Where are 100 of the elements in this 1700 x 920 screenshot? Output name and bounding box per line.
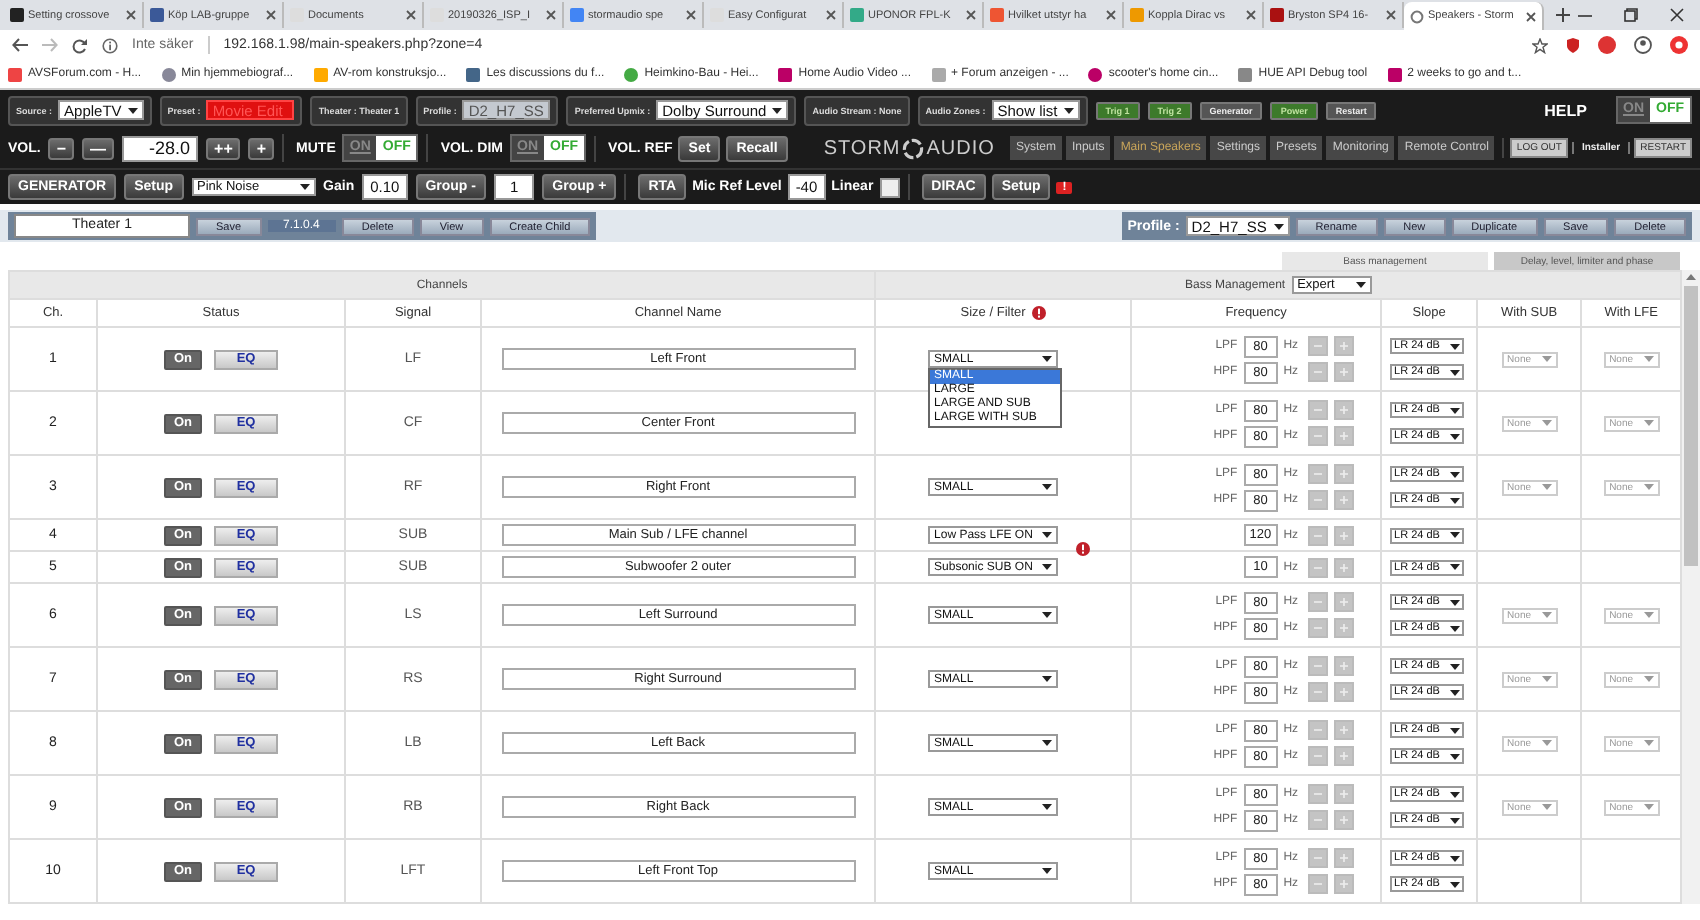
decrease-button[interactable] xyxy=(1308,656,1329,676)
favicon-icon xyxy=(990,8,1004,22)
checkbox[interactable] xyxy=(879,177,900,197)
close-icon xyxy=(826,10,836,20)
increase-button[interactable] xyxy=(1334,618,1355,638)
decrease-button[interactable] xyxy=(1308,525,1329,545)
caret-icon xyxy=(1541,740,1552,746)
decrease-button[interactable] xyxy=(1308,426,1329,446)
caret-icon xyxy=(1450,471,1461,477)
help-label: HELP xyxy=(1544,101,1587,119)
plus-icon xyxy=(1340,688,1349,696)
caret-icon xyxy=(1042,740,1053,746)
caret-icon xyxy=(1541,804,1552,810)
increase-button[interactable] xyxy=(1334,592,1355,612)
decrease-button[interactable] xyxy=(1308,362,1329,382)
minus-icon xyxy=(1314,598,1323,606)
decrease-button[interactable] xyxy=(1308,874,1329,894)
forward-arrow-icon xyxy=(42,38,58,52)
decrease-button[interactable] xyxy=(1308,464,1329,484)
increase-button[interactable] xyxy=(1334,810,1355,830)
increase-button[interactable] xyxy=(1334,400,1355,420)
caret-icon xyxy=(1450,727,1461,733)
caret-icon xyxy=(1643,484,1654,490)
volume-down-button[interactable]: — xyxy=(82,137,115,159)
increase-button[interactable] xyxy=(1334,362,1355,382)
plus-icon xyxy=(1340,598,1349,606)
volume-up-button[interactable]: ++ xyxy=(206,137,241,159)
increase-button[interactable] xyxy=(1334,874,1355,894)
decrease-button[interactable] xyxy=(1308,557,1329,577)
minus-icon xyxy=(1314,470,1323,478)
increase-button[interactable] xyxy=(1334,336,1355,356)
info-icon xyxy=(102,37,118,53)
minus-icon xyxy=(1314,624,1323,632)
caret-icon xyxy=(1450,881,1461,887)
volume-down-button[interactable]: − xyxy=(48,137,75,159)
caret-icon xyxy=(1450,855,1461,861)
bookmark-icon xyxy=(1088,67,1103,81)
caret-icon xyxy=(1541,356,1552,362)
volume-field[interactable]: -28.0 xyxy=(122,135,199,161)
decrease-button[interactable] xyxy=(1308,336,1329,356)
plus-icon xyxy=(1340,726,1349,734)
decrease-button[interactable] xyxy=(1308,682,1329,702)
minus-icon xyxy=(1314,752,1323,760)
favicon-icon xyxy=(1130,8,1144,22)
caret-icon xyxy=(1450,343,1461,349)
increase-button[interactable] xyxy=(1334,682,1355,702)
caret-icon xyxy=(1450,532,1461,538)
plus-icon xyxy=(1340,816,1349,824)
close-icon xyxy=(126,10,136,20)
caret-icon xyxy=(772,107,783,113)
increase-button[interactable] xyxy=(1334,746,1355,766)
decrease-button[interactable] xyxy=(1308,784,1329,804)
minus-icon xyxy=(1314,563,1323,571)
caret-icon xyxy=(1450,599,1461,605)
close-icon xyxy=(966,10,976,20)
decrease-button[interactable] xyxy=(1308,400,1329,420)
increase-button[interactable] xyxy=(1334,557,1355,577)
close-icon xyxy=(1246,10,1256,20)
caret-icon xyxy=(1541,676,1552,682)
decrease-button[interactable] xyxy=(1308,618,1329,638)
decrease-button[interactable] xyxy=(1308,746,1329,766)
scrollbar[interactable] xyxy=(1682,270,1700,904)
increase-button[interactable] xyxy=(1334,490,1355,510)
extension-icon xyxy=(1670,36,1688,54)
increase-button[interactable] xyxy=(1334,656,1355,676)
plus-icon xyxy=(1340,752,1349,760)
decrease-button[interactable] xyxy=(1308,848,1329,868)
decrease-button[interactable] xyxy=(1308,720,1329,740)
caret-icon xyxy=(1643,356,1654,362)
favicon-icon xyxy=(1410,9,1424,23)
caret-icon xyxy=(1450,791,1461,797)
caret-icon xyxy=(1541,612,1552,618)
volume-up-button[interactable]: + xyxy=(248,137,275,159)
increase-button[interactable] xyxy=(1334,720,1355,740)
increase-button[interactable] xyxy=(1334,848,1355,868)
plus-icon xyxy=(1340,496,1349,504)
caret-icon xyxy=(1042,484,1053,490)
reload-icon xyxy=(72,37,88,53)
minus-icon xyxy=(1314,726,1323,734)
decrease-button[interactable] xyxy=(1308,592,1329,612)
bookmark-icon xyxy=(778,67,793,81)
caret-icon xyxy=(1042,564,1053,570)
decrease-button[interactable] xyxy=(1308,810,1329,830)
decrease-button[interactable] xyxy=(1308,490,1329,510)
caret-icon xyxy=(1450,497,1461,503)
caret-icon xyxy=(1450,369,1461,375)
minus-icon xyxy=(1314,342,1323,350)
increase-button[interactable] xyxy=(1334,784,1355,804)
close-icon xyxy=(1670,8,1684,22)
plus-icon xyxy=(1340,470,1349,478)
plus-icon xyxy=(1340,790,1349,798)
increase-button[interactable] xyxy=(1334,426,1355,446)
increase-button[interactable] xyxy=(1334,464,1355,484)
star-icon xyxy=(1532,37,1548,53)
bookmark-icon xyxy=(161,67,176,81)
increase-button[interactable] xyxy=(1334,525,1355,545)
back-arrow-icon xyxy=(12,38,28,52)
caret-icon xyxy=(1042,532,1053,538)
scrollbar-thumb[interactable] xyxy=(1684,286,1699,566)
logo-text: STORM xyxy=(823,137,901,159)
